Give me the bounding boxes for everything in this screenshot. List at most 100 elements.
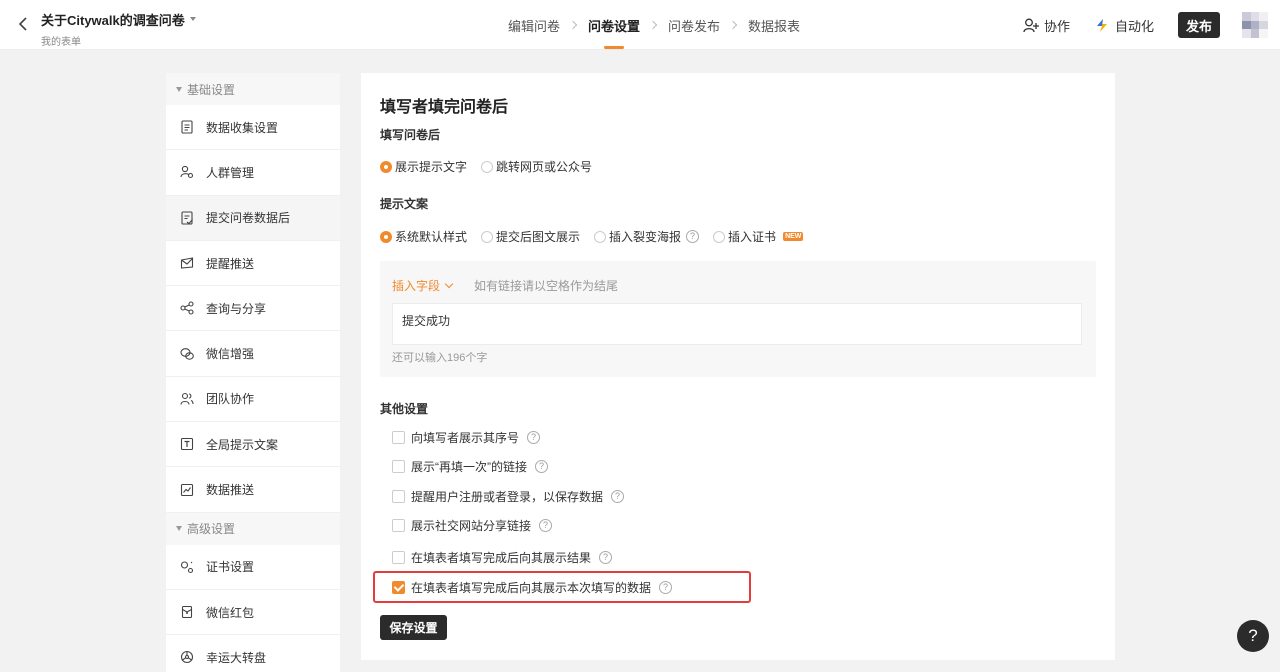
form-title-block: 关于Citywalk的调查问卷 我的表单 <box>41 10 196 48</box>
checkbox-label: 在填表者填写完成后向其展示本次填写的数据 <box>411 581 652 595</box>
question-icon[interactable]: ? <box>659 581 673 594</box>
checkbox-label: 在填表者填写完成后向其展示结果 <box>411 551 592 565</box>
step-settings[interactable]: 问卷设置 <box>588 0 640 50</box>
checkbox-label: 提醒用户注册或者登录，以保存数据 <box>411 490 604 504</box>
form-breadcrumb[interactable]: 我的表单 <box>41 33 196 48</box>
checkbox-show-submitted-data[interactable]: 在填表者填写完成后向其展示本次填写的数据? <box>392 579 673 596</box>
checkbox[interactable] <box>392 519 405 532</box>
step-publish[interactable]: 问卷发布 <box>668 0 720 50</box>
checkbox-label: 展示“再填一次”的链接 <box>411 460 527 474</box>
checkbox[interactable] <box>392 490 405 503</box>
checkbox[interactable] <box>392 551 405 564</box>
sidebar-item-label: 数据推送 <box>206 483 255 498</box>
sidebar-item-lucky-wheel[interactable]: 幸运大转盘 <box>166 635 340 672</box>
after-submit-radio-group: 展示提示文字 跳转网页或公众号 <box>380 158 606 175</box>
collaborate-button[interactable]: 协作 <box>1023 16 1070 35</box>
checkbox-prompt-login[interactable]: 提醒用户注册或者登录，以保存数据? <box>392 488 625 505</box>
editor-toolbar: 插入字段 如有链接请以空格作为结尾 <box>392 277 618 294</box>
chevron-down-icon <box>444 279 454 288</box>
sidebar-item-certificate[interactable]: 证书设置 <box>166 545 340 590</box>
red-packet-icon <box>181 606 193 619</box>
radio-label: 提交后图文展示 <box>496 230 581 244</box>
checkbox-social-share[interactable]: 展示社交网站分享链接? <box>392 517 553 534</box>
sidebar-item-global-copy[interactable]: 全局提示文案 <box>166 422 340 468</box>
group-basic-settings[interactable]: 基础设置 <box>166 73 340 105</box>
char-counter: 还可以输入196个字 <box>392 352 488 364</box>
sidebar-item-label: 微信增强 <box>206 347 255 362</box>
form-title: 关于Citywalk的调查问卷 <box>41 13 185 28</box>
avatar[interactable] <box>1242 12 1268 38</box>
group-label: 高级设置 <box>187 522 236 537</box>
header-actions: 协作 自动化 发布 <box>1023 0 1280 50</box>
chart-icon <box>180 483 194 496</box>
checkbox-label: 向填写者展示其序号 <box>411 431 520 445</box>
radio-poster[interactable]: 插入裂变海报? <box>594 228 700 245</box>
chevron-right-icon <box>728 20 738 30</box>
page-title: 填写者填完问卷后 <box>380 99 509 116</box>
radio-redirect[interactable]: 跳转网页或公众号 <box>481 158 592 175</box>
sidebar-item-data-collection[interactable]: 数据收集设置 <box>166 105 340 151</box>
checkbox-show-serial[interactable]: 向填写者展示其序号? <box>392 429 541 446</box>
question-icon[interactable]: ? <box>539 519 553 532</box>
checkbox-show-result[interactable]: 在填表者填写完成后向其展示结果? <box>392 549 613 566</box>
sidebar-item-red-packet[interactable]: 微信红包 <box>166 590 340 636</box>
radio-default-style[interactable]: 系统默认样式 <box>380 228 467 245</box>
sidebar-item-after-submit[interactable]: 提交问卷数据后 <box>166 195 340 241</box>
copy-style-label: 提示文案 <box>380 197 429 211</box>
back-button[interactable] <box>14 14 32 34</box>
after-submit-label: 填写问卷后 <box>380 128 441 142</box>
checkbox[interactable] <box>392 460 405 473</box>
question-icon[interactable]: ? <box>599 551 613 564</box>
triangle-down-icon <box>176 526 182 532</box>
sidebar-item-label: 微信红包 <box>206 605 255 620</box>
radio-label: 插入裂变海报 <box>609 230 682 244</box>
sidebar-item-query-share[interactable]: 查询与分享 <box>166 286 340 332</box>
sidebar-item-label: 提交问卷数据后 <box>206 211 291 226</box>
group-label: 基础设置 <box>187 82 236 97</box>
sidebar-item-label: 人群管理 <box>206 165 255 180</box>
collaborate-label: 协作 <box>1043 18 1070 34</box>
sidebar-item-label: 查询与分享 <box>206 301 267 316</box>
form-title-dropdown[interactable]: 关于Citywalk的调查问卷 <box>41 10 196 29</box>
sidebar-item-label: 数据收集设置 <box>206 120 279 135</box>
question-icon[interactable]: ? <box>535 460 548 473</box>
sidebar-item-label: 提醒推送 <box>206 256 255 271</box>
sidebar-item-data-push[interactable]: 数据推送 <box>166 467 340 513</box>
automation-button[interactable]: 自动化 <box>1094 16 1154 35</box>
sidebar-item-team[interactable]: 团队协作 <box>166 377 340 423</box>
question-icon[interactable]: ? <box>686 230 700 243</box>
question-icon[interactable]: ? <box>611 490 625 503</box>
radio-certificate[interactable]: 插入证书 NEW <box>713 228 804 245</box>
radio-label: 展示提示文字 <box>395 160 468 174</box>
checkbox-label: 展示社交网站分享链接 <box>411 519 532 533</box>
sidebar-item-audience[interactable]: 人群管理 <box>166 150 340 196</box>
automation-label: 自动化 <box>1114 18 1154 34</box>
publish-button[interactable]: 发布 <box>1178 12 1220 38</box>
step-edit[interactable]: 编辑问卷 <box>508 0 560 50</box>
checkbox-refill-link[interactable]: 展示“再填一次”的链接? <box>392 458 548 475</box>
group-advanced-settings[interactable]: 高级设置 <box>166 512 340 545</box>
chevron-right-icon <box>648 20 658 30</box>
triangle-down-icon <box>176 86 182 92</box>
sidebar-item-reminder[interactable]: 提醒推送 <box>166 241 340 287</box>
radio-show-text[interactable]: 展示提示文字 <box>380 158 467 175</box>
step-nav: 编辑问卷 问卷设置 问卷发布 数据报表 <box>508 0 800 50</box>
sidebar-item-label: 幸运大转盘 <box>206 650 267 665</box>
radio-label: 系统默认样式 <box>395 230 468 244</box>
message-editor: 插入字段 如有链接请以空格作为结尾 提交成功 还可以输入196个字 <box>380 261 1096 377</box>
checkbox-checked[interactable] <box>392 581 405 594</box>
message-textarea[interactable]: 提交成功 <box>392 303 1082 345</box>
chevron-right-icon <box>568 20 578 30</box>
question-icon[interactable]: ? <box>527 431 541 444</box>
help-button[interactable]: ? <box>1237 620 1269 652</box>
insert-field-dropdown[interactable]: 插入字段 <box>392 277 454 294</box>
sidebar-item-wechat[interactable]: 微信增强 <box>166 331 340 377</box>
new-badge: NEW <box>783 232 804 241</box>
save-settings-button[interactable]: 保存设置 <box>380 615 447 640</box>
step-report[interactable]: 数据报表 <box>748 0 800 50</box>
checkbox[interactable] <box>392 431 405 444</box>
submit-doc-icon <box>181 211 193 225</box>
radio-rich-display[interactable]: 提交后图文展示 <box>481 228 580 245</box>
other-settings-label: 其他设置 <box>380 402 429 416</box>
text-icon <box>180 438 194 451</box>
